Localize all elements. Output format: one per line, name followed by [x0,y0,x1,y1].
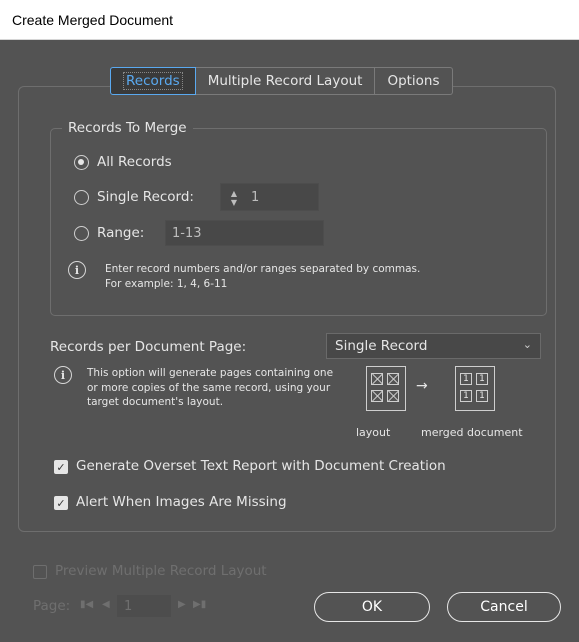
info-icon: i [54,366,72,384]
ok-button-label: OK [361,599,383,615]
window-title: Create Merged Document [12,12,174,28]
records-to-merge-title: Records To Merge [62,120,193,136]
merged-document-caption: merged document [421,426,523,439]
merged-cell-icon: 1 [460,390,472,402]
single-record-value: 1 [251,189,260,205]
single-record-label: Single Record: [97,189,194,205]
tab-records[interactable]: Records [110,67,196,95]
single-record-stepper[interactable]: ▲ ▼ 1 [220,183,319,211]
preview-checkbox[interactable] [33,565,47,579]
ok-button[interactable]: OK [314,592,430,622]
records-per-page-value: Single Record [335,338,428,354]
range-radio[interactable] [74,226,89,241]
layout-caption: layout [356,426,391,439]
cancel-button-label: Cancel [480,599,528,615]
layout-cell-icon [371,373,383,385]
all-records-label: All Records [97,154,172,170]
merged-cell-icon: 1 [476,390,488,402]
range-label: Range: [97,225,145,241]
cancel-button[interactable]: Cancel [447,592,561,622]
layout-cell-icon [387,390,399,402]
next-page-icon[interactable]: ▶ [178,599,186,610]
tab-options[interactable]: Options [375,67,453,95]
first-page-icon[interactable]: ▮◀ [80,599,93,610]
chevron-down-icon: ⌄ [522,338,532,351]
tab-records-label: Records [123,72,183,90]
range-value: 1-13 [172,225,202,241]
records-per-page-info-text: This option will generate pages containi… [87,367,334,408]
layout-cell-icon [371,390,383,402]
single-record-radio[interactable] [74,190,89,205]
arrow-right-icon: → [416,378,428,394]
layout-diagram-icon [366,366,406,411]
range-input[interactable]: 1-13 [165,220,324,246]
records-info-text: Enter record numbers and/or ranges separ… [105,263,421,290]
last-page-icon[interactable]: ▶▮ [193,599,206,610]
preview-label: Preview Multiple Record Layout [55,563,267,579]
all-records-radio[interactable] [74,155,89,170]
page-value: 1 [124,598,133,614]
page-label: Page: [33,598,71,614]
stepper-arrows-icon[interactable]: ▲ ▼ [221,184,247,212]
tab-multiple-record-layout-label: Multiple Record Layout [207,73,363,89]
page-input[interactable]: 1 [117,595,171,617]
alert-images-checkbox[interactable]: ✓ [54,496,68,510]
merged-document-diagram-icon: 1 1 1 1 [455,366,495,411]
merged-cell-icon: 1 [476,373,488,385]
info-icon: i [68,261,86,279]
tab-bar: Records Multiple Record Layout Options [110,67,453,95]
previous-page-icon[interactable]: ◀ [102,599,110,610]
tab-multiple-record-layout[interactable]: Multiple Record Layout [195,67,376,95]
records-per-page-select[interactable]: Single Record ⌄ [326,333,541,359]
tab-options-label: Options [387,73,440,89]
title-bar: Create Merged Document [0,0,579,40]
records-per-page-label: Records per Document Page: [50,339,247,355]
overset-report-checkbox[interactable]: ✓ [54,460,68,474]
layout-cell-icon [387,373,399,385]
alert-images-label: Alert When Images Are Missing [76,494,287,510]
overset-report-label: Generate Overset Text Report with Docume… [76,458,446,474]
merged-cell-icon: 1 [460,373,472,385]
